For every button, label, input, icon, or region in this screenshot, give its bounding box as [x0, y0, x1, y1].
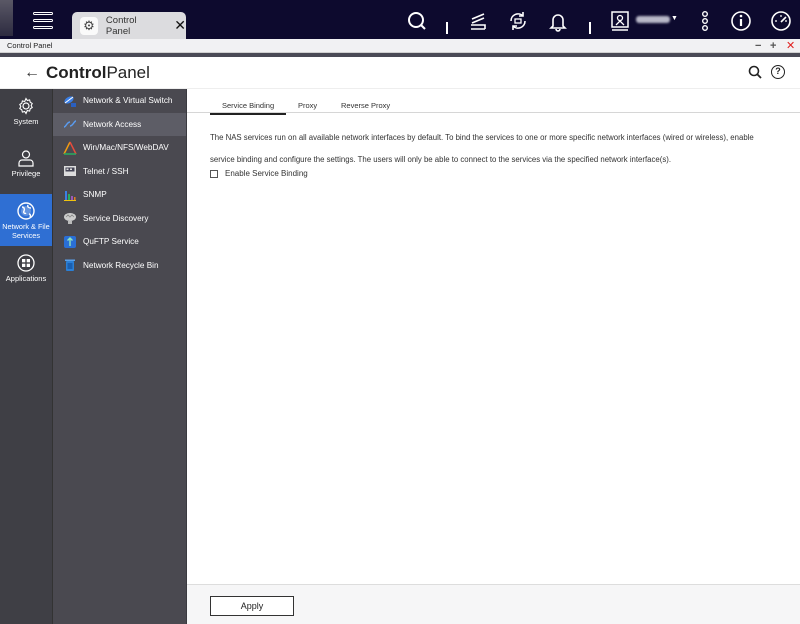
- close-window-button[interactable]: ✕: [786, 39, 795, 53]
- sync-icon[interactable]: [507, 10, 529, 32]
- app-header: ← ControlPanel ?: [0, 57, 800, 89]
- description-text: The NAS services run on all available ne…: [210, 133, 754, 164]
- user-name-blurred[interactable]: [636, 16, 670, 23]
- apply-button[interactable]: Apply: [210, 596, 294, 616]
- subnav-label: SNMP: [83, 190, 107, 200]
- hamburger-line: [33, 19, 53, 22]
- primary-sidebar: System Privilege Network & File Services…: [0, 89, 53, 624]
- globe-icon: [17, 202, 35, 220]
- tab-bar: Service Binding Proxy Reverse Proxy: [187, 99, 800, 115]
- checkbox-label: Enable Service Binding: [225, 169, 308, 178]
- terminal-icon: [64, 166, 76, 177]
- bell-icon[interactable]: [547, 10, 569, 32]
- caret-down-icon[interactable]: ▼: [671, 15, 678, 22]
- main-menu-button[interactable]: [33, 12, 53, 32]
- sidebar-label: System: [13, 117, 39, 126]
- minimize-button[interactable]: −: [755, 39, 761, 53]
- ftp-icon: [64, 235, 76, 248]
- gear-icon: [19, 97, 33, 115]
- gear-icon: ⚙: [80, 16, 98, 35]
- help-icon[interactable]: ?: [771, 65, 785, 79]
- search-icon[interactable]: [406, 10, 428, 32]
- subnav-label: QuFTP Service: [83, 237, 139, 247]
- subnav-item-quftp-service[interactable]: QuFTP Service: [53, 230, 186, 254]
- sidebar-item-system[interactable]: System: [0, 97, 52, 139]
- subnav-item-network-access[interactable]: Network Access: [53, 112, 186, 136]
- window-titlebar: Control Panel − + ✕: [0, 39, 800, 53]
- taskbar: ⚙ Control Panel ✕ ▼: [0, 0, 800, 39]
- title-bold: Control: [46, 63, 107, 82]
- title-normal: Panel: [106, 63, 150, 82]
- divider: [446, 22, 448, 34]
- secondary-sidebar: Network & Virtual Switch Network Access …: [53, 89, 187, 624]
- task-queue-icon[interactable]: [467, 10, 489, 32]
- sidebar-item-applications[interactable]: Applications: [0, 254, 52, 296]
- sidebar-label: Network & File Services: [2, 222, 50, 240]
- service-discovery-icon: [64, 213, 76, 225]
- page-title: ControlPanel: [46, 63, 150, 83]
- info-icon[interactable]: [730, 10, 752, 32]
- dashboard-gauge-icon[interactable]: [770, 10, 792, 32]
- network-switch-icon: [64, 96, 76, 107]
- subnav-item-snmp[interactable]: SNMP: [53, 183, 186, 207]
- bar-chart-icon: [64, 190, 76, 201]
- sidebar-label: Applications: [5, 274, 47, 283]
- hamburger-icon: [33, 12, 53, 15]
- user-icon: [18, 150, 34, 167]
- subnav-label: Service Discovery: [83, 213, 149, 223]
- search-icon[interactable]: [748, 65, 762, 79]
- footer-bar: Apply: [187, 584, 800, 624]
- enable-service-binding-row[interactable]: Enable Service Binding: [210, 169, 308, 178]
- user-icon[interactable]: [609, 10, 631, 32]
- tab-service-binding[interactable]: Service Binding: [210, 101, 287, 115]
- triangle-share-icon: [63, 141, 77, 155]
- back-arrow-icon[interactable]: ←: [24, 64, 40, 82]
- apps-grid-icon: [17, 254, 35, 272]
- tab-proxy[interactable]: Proxy: [298, 101, 317, 113]
- subnav-item-network-virtual-switch[interactable]: Network & Virtual Switch: [53, 89, 186, 113]
- subnav-label: Win/Mac/NFS/WebDAV: [83, 143, 169, 153]
- subnav-label: Network Recycle Bin: [83, 260, 159, 270]
- enable-service-binding-checkbox[interactable]: [210, 169, 218, 178]
- divider: [589, 22, 591, 34]
- taskbar-edge: [0, 0, 13, 36]
- app-tab-control-panel[interactable]: ⚙ Control Panel ✕: [72, 12, 186, 39]
- hamburger-line: [33, 26, 53, 29]
- subnav-label: Network & Virtual Switch: [83, 96, 173, 106]
- subnav-item-win-mac-nfs-webdav[interactable]: Win/Mac/NFS/WebDAV: [53, 136, 186, 160]
- sidebar-item-network-file-services[interactable]: Network & File Services: [0, 194, 52, 246]
- sidebar-item-privilege[interactable]: Privilege: [0, 149, 52, 191]
- sidebar-label: Privilege: [11, 169, 41, 178]
- subnav-item-telnet-ssh[interactable]: Telnet / SSH: [53, 160, 186, 184]
- subnav-item-network-recycle-bin[interactable]: Network Recycle Bin: [53, 254, 186, 278]
- subnav-label: Telnet / SSH: [83, 166, 129, 176]
- tab-reverse-proxy[interactable]: Reverse Proxy: [341, 101, 390, 113]
- more-vertical-icon[interactable]: [694, 10, 716, 32]
- content-panel: Service Binding Proxy Reverse Proxy The …: [187, 89, 800, 584]
- app-tab-label: Control Panel: [105, 14, 137, 37]
- window-title: Control Panel: [7, 41, 53, 50]
- network-access-icon: [63, 120, 77, 128]
- subnav-label: Network Access: [83, 119, 142, 129]
- subnav-item-service-discovery[interactable]: Service Discovery: [53, 207, 186, 231]
- recycle-bin-icon: [65, 259, 75, 272]
- maximize-button[interactable]: +: [770, 39, 776, 53]
- close-icon[interactable]: ✕: [174, 17, 186, 34]
